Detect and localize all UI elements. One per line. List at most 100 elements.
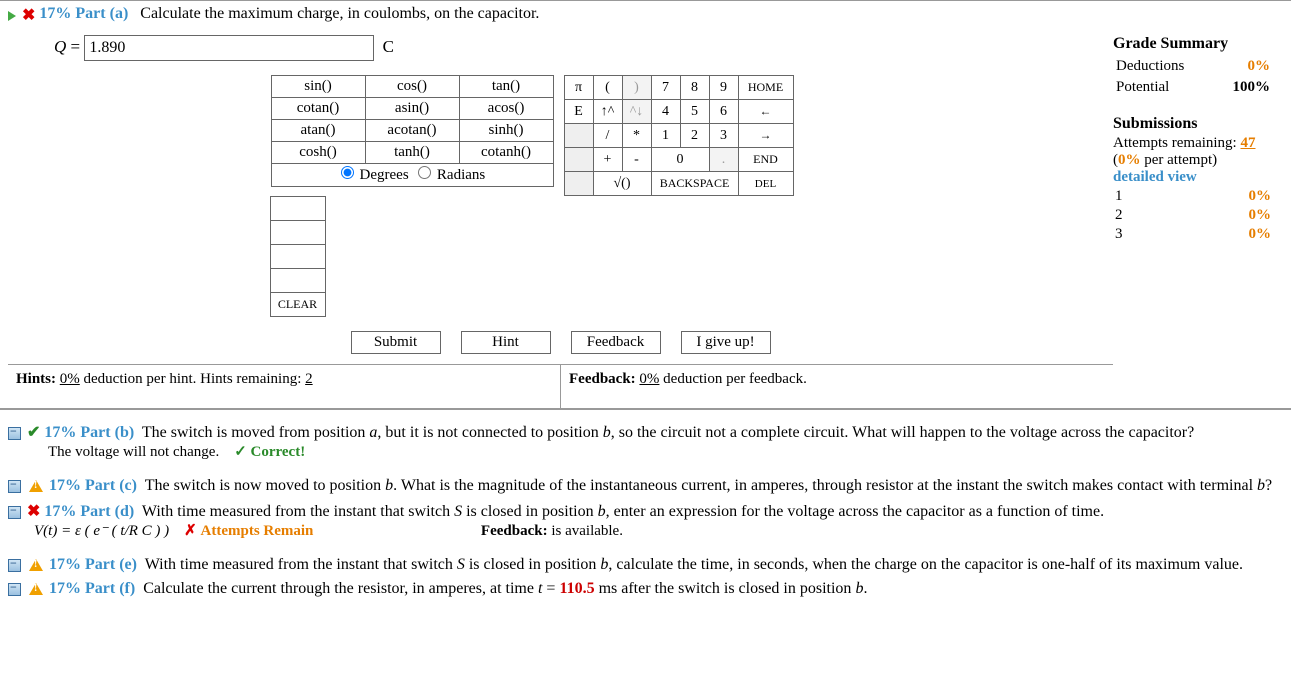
potential-label: Potential bbox=[1115, 78, 1214, 97]
key-blank2 bbox=[564, 148, 593, 172]
key-0[interactable]: 0 bbox=[651, 148, 709, 172]
key-E[interactable]: E bbox=[564, 100, 593, 124]
key-star[interactable]: * bbox=[622, 124, 651, 148]
mode-degrees[interactable]: Degrees bbox=[339, 167, 409, 183]
part-e: 17% Part (e) With time measured from the… bbox=[8, 556, 1283, 574]
part-f: 17% Part (f) Calculate the current throu… bbox=[8, 580, 1283, 598]
key-3[interactable]: 3 bbox=[709, 124, 738, 148]
part-a-pct: 17% bbox=[39, 5, 71, 22]
function-pad: sin()cos()tan() cotan()asin()acos() atan… bbox=[271, 75, 554, 187]
fn-cotanh[interactable]: cotanh() bbox=[459, 142, 553, 164]
feedback-cell: Feedback: 0% deduction per feedback. bbox=[560, 365, 1113, 408]
part-d-answer: V(t) = ε ( e⁻ ( t/R C ) ) ✗ Attempts Rem… bbox=[34, 521, 1283, 540]
key-backspace[interactable]: BACKSPACE bbox=[651, 172, 738, 196]
key-dot[interactable]: . bbox=[709, 148, 738, 172]
status-wrong-icon: ✖ bbox=[27, 503, 40, 520]
fn-acos[interactable]: acos() bbox=[459, 98, 553, 120]
key-blank3 bbox=[564, 172, 593, 196]
unit: C bbox=[383, 37, 394, 57]
key-2[interactable]: 2 bbox=[680, 124, 709, 148]
key-clear[interactable]: CLEAR bbox=[270, 293, 325, 317]
part-d: ✖ 17% Part (d) With time measured from t… bbox=[8, 501, 1283, 540]
fn-cotan[interactable]: cotan() bbox=[271, 98, 365, 120]
part-c: 17% Part (c) The switch is now moved to … bbox=[8, 477, 1283, 495]
giveup-button[interactable]: I give up! bbox=[681, 331, 771, 354]
key-9[interactable]: 9 bbox=[709, 76, 738, 100]
key-5[interactable]: 5 bbox=[680, 100, 709, 124]
check-icon: ✔ bbox=[27, 424, 40, 441]
deductions-label: Deductions bbox=[1115, 57, 1214, 76]
grade-summary: Grade Summary Deductions0% Potential100%… bbox=[1113, 5, 1283, 245]
key-up[interactable]: ↑^ bbox=[593, 100, 622, 124]
key-home[interactable]: HOME bbox=[738, 76, 793, 100]
key-end[interactable]: END bbox=[738, 148, 793, 172]
hint-button[interactable]: Hint bbox=[461, 331, 551, 354]
warning-icon bbox=[29, 559, 43, 571]
part-b: ✔ 17% Part (b) The switch is moved from … bbox=[8, 422, 1283, 461]
action-buttons: Submit Hint Feedback I give up! bbox=[271, 331, 851, 354]
answer-line: Q = C bbox=[54, 35, 1113, 61]
fn-sin[interactable]: sin() bbox=[271, 76, 365, 98]
detailed-view-link[interactable]: detailed view bbox=[1113, 169, 1273, 186]
answer-input[interactable] bbox=[84, 35, 374, 61]
part-a-label: Part (a) bbox=[75, 5, 128, 22]
collapse-icon[interactable] bbox=[8, 480, 21, 493]
sub-row: 2 bbox=[1115, 207, 1154, 224]
collapse-icon[interactable] bbox=[8, 559, 21, 572]
fn-atan[interactable]: atan() bbox=[271, 120, 365, 142]
key-plus[interactable]: + bbox=[593, 148, 622, 172]
part-a-text: Calculate the maximum charge, in coulomb… bbox=[132, 5, 539, 22]
submit-button[interactable]: Submit bbox=[351, 331, 441, 354]
key-del[interactable]: DEL bbox=[738, 172, 793, 196]
submissions-table: 10% 20% 30% bbox=[1113, 186, 1273, 245]
key-minus[interactable]: - bbox=[622, 148, 651, 172]
deductions-value: 0% bbox=[1216, 57, 1271, 76]
key-7[interactable]: 7 bbox=[651, 76, 680, 100]
hints-feedback-row: Hints: 0% deduction per hint. Hints rema… bbox=[8, 364, 1113, 408]
key-right[interactable]: → bbox=[738, 124, 793, 148]
part-b-answer: The voltage will not change. ✓ Correct! bbox=[48, 442, 1283, 461]
part-a-header: ✖ 17% Part (a) Calculate the maximum cha… bbox=[8, 5, 1113, 25]
key-1[interactable]: 1 bbox=[651, 124, 680, 148]
key-left[interactable]: ← bbox=[738, 100, 793, 124]
fn-cosh[interactable]: cosh() bbox=[271, 142, 365, 164]
feedback-button[interactable]: Feedback bbox=[571, 331, 661, 354]
per-attempt: (0% per attempt) bbox=[1113, 152, 1273, 169]
key-lparen[interactable]: ( bbox=[593, 76, 622, 100]
variable: Q bbox=[54, 37, 66, 56]
key-6[interactable]: 6 bbox=[709, 100, 738, 124]
key-8[interactable]: 8 bbox=[680, 76, 709, 100]
key-pi[interactable]: π bbox=[564, 76, 593, 100]
collapse-icon[interactable] bbox=[8, 506, 21, 519]
fn-sinh[interactable]: sinh() bbox=[459, 120, 553, 142]
hints-cell: Hints: 0% deduction per hint. Hints rema… bbox=[8, 365, 560, 408]
key-sqrt[interactable]: √() bbox=[593, 172, 651, 196]
potential-value: 100% bbox=[1216, 78, 1271, 97]
keypad-clear-col: x x x x CLEAR bbox=[270, 196, 326, 317]
sub-row: 1 bbox=[1115, 188, 1154, 205]
warning-icon bbox=[29, 480, 43, 492]
expand-icon[interactable] bbox=[8, 11, 16, 21]
key-rparen[interactable]: ) bbox=[622, 76, 651, 100]
key-down[interactable]: ^↓ bbox=[622, 100, 651, 124]
fn-tan[interactable]: tan() bbox=[459, 76, 553, 98]
sub-row: 3 bbox=[1115, 226, 1154, 243]
equals: = bbox=[71, 37, 81, 56]
status-wrong-icon: ✖ bbox=[22, 7, 35, 24]
fn-tanh[interactable]: tanh() bbox=[365, 142, 459, 164]
key-slash[interactable]: / bbox=[593, 124, 622, 148]
fn-cos[interactable]: cos() bbox=[365, 76, 459, 98]
submissions-title: Submissions bbox=[1113, 115, 1273, 133]
angle-mode: Degrees Radians bbox=[271, 164, 553, 187]
keypad: π ( ) 7 8 9 HOME E ↑^ ^↓ 4 5 6 ← / * 1 2… bbox=[564, 75, 794, 196]
grade-title: Grade Summary bbox=[1113, 35, 1273, 53]
fn-asin[interactable]: asin() bbox=[365, 98, 459, 120]
warning-icon bbox=[29, 583, 43, 595]
collapse-icon[interactable] bbox=[8, 583, 21, 596]
mode-radians[interactable]: Radians bbox=[416, 167, 485, 183]
collapse-icon[interactable] bbox=[8, 427, 21, 440]
key-4[interactable]: 4 bbox=[651, 100, 680, 124]
fn-acotan[interactable]: acotan() bbox=[365, 120, 459, 142]
attempts-remaining: Attempts remaining: 47 bbox=[1113, 135, 1273, 152]
key-blank bbox=[564, 124, 593, 148]
